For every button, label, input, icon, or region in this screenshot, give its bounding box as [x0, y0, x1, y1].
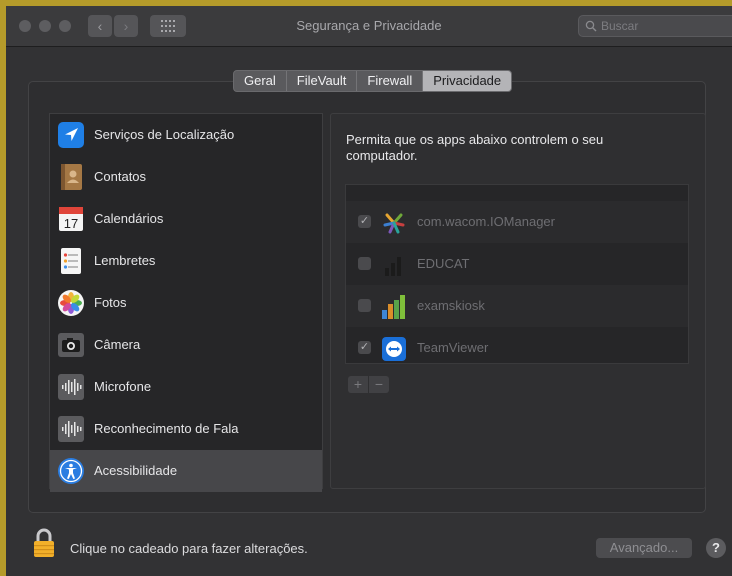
accessibility-icon — [58, 458, 84, 484]
app-checkbox-educat[interactable] — [358, 257, 371, 270]
app-checkbox-examskiosk[interactable] — [358, 299, 371, 312]
sidebar-item-accessibility[interactable]: Acessibilidade — [50, 450, 322, 492]
educat-bars-icon — [385, 257, 401, 276]
search-field[interactable] — [578, 15, 732, 37]
app-checkbox-teamviewer[interactable]: ✓ — [358, 341, 371, 354]
examskiosk-bars-icon — [382, 295, 405, 319]
sidebar-item-label: Lembretes — [94, 253, 156, 268]
photos-flower-icon — [58, 290, 84, 316]
app-name: TeamViewer — [417, 340, 489, 355]
title-bar: ‹ › Segurança e Privacidade — [6, 6, 732, 47]
speech-waveform-icon — [58, 416, 84, 442]
app-checkbox-wacom[interactable]: ✓ — [358, 215, 371, 228]
sidebar-item-label: Reconhecimento de Fala — [94, 421, 239, 436]
sidebar-item-speech-recognition[interactable]: Reconhecimento de Fala — [50, 408, 322, 450]
sidebar-item-photos[interactable]: Fotos — [50, 282, 322, 324]
app-list: ✓ com.wacom.IOManager EDUCAT examskiosk … — [345, 184, 689, 364]
permission-description: Permita que os apps abaixo controlem o s… — [346, 132, 604, 163]
contacts-book-icon — [61, 164, 82, 190]
sidebar-item-label: Contatos — [94, 169, 147, 184]
sidebar-item-label: Fotos — [94, 295, 127, 310]
sidebar-item-calendars[interactable]: 17 Calendários — [50, 198, 322, 240]
tab-bar: Geral FileVault Firewall Privacidade — [233, 70, 513, 92]
teamviewer-icon — [382, 337, 406, 361]
tab-privacidade[interactable]: Privacidade — [422, 71, 512, 91]
tab-filevault[interactable]: FileVault — [285, 71, 357, 91]
reminders-icon — [61, 248, 81, 274]
location-arrow-icon — [58, 122, 84, 148]
tab-firewall[interactable]: Firewall — [356, 71, 422, 91]
tab-geral[interactable]: Geral — [234, 71, 286, 91]
list-item[interactable]: EDUCAT — [346, 243, 688, 285]
app-name: com.wacom.IOManager — [417, 214, 555, 229]
sidebar-item-reminders[interactable]: Lembretes — [50, 240, 322, 282]
sidebar-item-label: Serviços de Localização — [94, 127, 235, 142]
sidebar-item-label: Acessibilidade — [94, 463, 178, 478]
add-app-button[interactable]: + — [348, 376, 369, 393]
advanced-button[interactable]: Avançado... — [596, 538, 692, 558]
search-icon — [585, 20, 597, 32]
list-item[interactable]: ✓ TeamViewer — [346, 327, 688, 363]
microphone-waveform-icon — [58, 374, 84, 400]
app-name: examskiosk — [417, 298, 485, 313]
sidebar-item-location-services[interactable]: Serviços de Localização — [50, 114, 322, 156]
lock-icon[interactable] — [32, 528, 56, 558]
sidebar-item-camera[interactable]: Câmera — [50, 324, 322, 366]
sidebar-item-label: Calendários — [94, 211, 164, 226]
add-remove-controls: + − — [348, 376, 389, 393]
svg-text:17: 17 — [64, 216, 78, 231]
camera-icon — [58, 333, 84, 357]
search-input[interactable] — [601, 18, 721, 34]
lock-message: Clique no cadeado para fazer alterações. — [70, 541, 308, 556]
calendar-icon: 17 — [59, 207, 83, 231]
list-item[interactable]: examskiosk — [346, 285, 688, 327]
wacom-icon — [383, 213, 405, 234]
app-name: EDUCAT — [417, 256, 470, 271]
sidebar-item-microphone[interactable]: Microfone — [50, 366, 322, 408]
remove-app-button[interactable]: − — [369, 376, 389, 393]
sidebar-item-label: Microfone — [94, 379, 152, 394]
preferences-window: ‹ › Segurança e Privacidade Geral FileVa… — [6, 6, 732, 576]
accessibility-permissions-panel: Permita que os apps abaixo controlem o s… — [330, 113, 706, 489]
privacy-category-list: Serviços de Localização Contatos 17 Cale… — [49, 113, 323, 492]
sidebar-item-label: Câmera — [94, 337, 141, 352]
sidebar-item-contacts[interactable]: Contatos — [50, 156, 322, 198]
list-item — [346, 184, 688, 193]
help-button[interactable]: ? — [706, 538, 726, 558]
list-item[interactable]: ✓ com.wacom.IOManager — [346, 201, 688, 243]
app-icon — [381, 184, 407, 186]
